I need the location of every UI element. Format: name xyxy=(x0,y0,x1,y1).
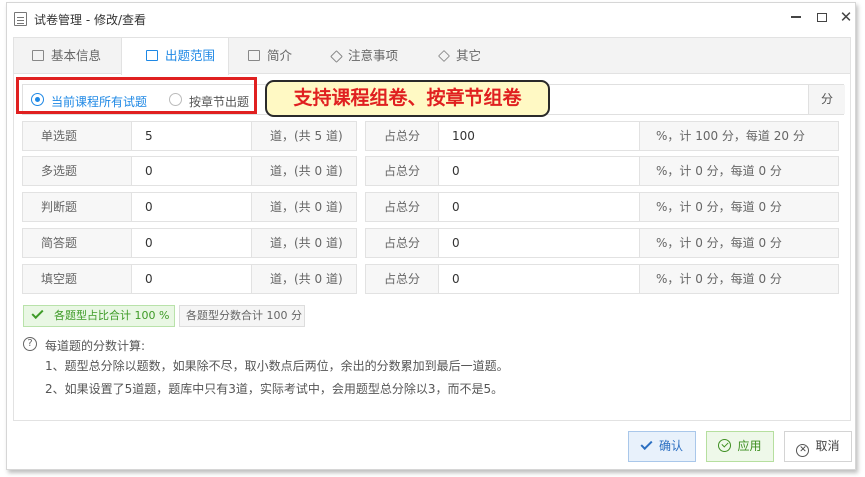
tab-basic-info[interactable]: 基本信息 xyxy=(32,38,101,74)
callout-annotation: 支持课程组卷、按章节组卷 xyxy=(265,80,550,117)
help-note: 2、如果设置了5道题，题库中只有3道，实际考试中，会用题型总分除以3，而不是5。 xyxy=(45,382,504,396)
close-circle-icon: ✕ xyxy=(796,444,810,457)
question-type-label: 判断题 xyxy=(22,192,132,222)
app-icon xyxy=(14,12,27,26)
tab-label: 简介 xyxy=(267,48,293,63)
question-row-judge: 判断题 0 道，(共 0 道) 占总分 0 %，计 0 分，每道 0 分 xyxy=(22,192,847,222)
question-row-short-answer: 简答题 0 道，(共 0 道) 占总分 0 %，计 0 分，每道 0 分 xyxy=(22,228,847,258)
score-label: 占总分 xyxy=(365,264,439,294)
ratio-total-text: 各题型占比合计 100 % xyxy=(54,309,170,322)
maximize-icon xyxy=(817,12,827,22)
score-label: 占总分 xyxy=(365,121,439,151)
minimize-icon xyxy=(791,16,801,18)
help-title: 每道题的分数计算: xyxy=(45,339,146,353)
score-label: 占总分 xyxy=(365,192,439,222)
score-percent-input[interactable]: 0 xyxy=(438,156,640,186)
score-summary: %，计 0 分，每道 0 分 xyxy=(639,192,839,222)
ratio-total-badge: 各题型占比合计 100 % xyxy=(23,305,175,327)
question-count-suffix: 道，(共 5 道) xyxy=(251,121,357,151)
question-row-fill-blank: 填空题 0 道，(共 0 道) 占总分 0 %，计 0 分，每道 0 分 xyxy=(22,264,847,294)
help-note: 1、题型总分除以题数，如果除不尽，取小数点后两位，余出的分数累加到最后一道题。 xyxy=(45,359,509,373)
question-count-suffix: 道，(共 0 道) xyxy=(251,264,357,294)
question-count-input[interactable]: 0 xyxy=(131,264,252,294)
question-count-input[interactable]: 5 xyxy=(131,121,252,151)
check-icon xyxy=(31,306,44,320)
question-count-suffix: 道，(共 0 道) xyxy=(251,228,357,258)
highlight-box xyxy=(16,77,257,114)
tag-icon xyxy=(330,50,343,63)
question-type-label: 简答题 xyxy=(22,228,132,258)
score-percent-input[interactable]: 100 xyxy=(438,121,640,151)
cancel-label: 取消 xyxy=(815,439,840,453)
tab-label: 注意事项 xyxy=(348,48,399,63)
unit-label: 分 xyxy=(808,85,845,114)
minimize-button[interactable] xyxy=(785,7,807,27)
tab-label: 出题范围 xyxy=(165,48,216,63)
score-summary: %，计 0 分，每道 0 分 xyxy=(639,228,839,258)
window-title: 试卷管理 - 修改/查看 xyxy=(34,13,147,27)
question-count-suffix: 道，(共 0 道) xyxy=(251,156,357,186)
tab-other[interactable]: 其它 xyxy=(437,38,482,74)
confirm-button[interactable]: 确认 xyxy=(628,431,696,462)
document-icon xyxy=(32,50,44,61)
question-row-multiple: 多选题 0 道，(共 0 道) 占总分 0 %，计 0 分，每道 0 分 xyxy=(22,156,847,186)
score-total-badge: 各题型分数合计 100 分 xyxy=(179,305,305,327)
tab-bar: 基本信息 出题范围 简介 注意事项 其它 xyxy=(14,38,850,75)
layers-icon xyxy=(437,49,451,63)
question-type-label: 多选题 xyxy=(22,156,132,186)
question-count-input[interactable]: 0 xyxy=(131,192,252,222)
tab-label: 其它 xyxy=(456,48,482,63)
close-icon: ✕ xyxy=(839,8,853,26)
score-percent-input[interactable]: 0 xyxy=(438,192,640,222)
edit-document-icon xyxy=(146,50,158,61)
tab-label: 基本信息 xyxy=(51,48,102,63)
apply-label: 应用 xyxy=(737,439,762,453)
question-count-suffix: 道，(共 0 道) xyxy=(251,192,357,222)
card-icon xyxy=(248,50,260,61)
check-icon xyxy=(640,437,653,451)
cancel-button[interactable]: ✕ 取消 xyxy=(784,431,852,462)
dialog-window: 试卷管理 - 修改/查看 ✕ 基本信息 出题范围 简介 注意事项 其它 当前课程… xyxy=(6,2,856,470)
confirm-label: 确认 xyxy=(658,439,683,453)
score-label: 占总分 xyxy=(365,156,439,186)
tab-notes[interactable]: 注意事项 xyxy=(330,38,399,74)
question-type-label: 单选题 xyxy=(22,121,132,151)
score-summary: %，计 0 分，每道 0 分 xyxy=(639,156,839,186)
maximize-button[interactable] xyxy=(811,7,833,27)
question-mark-icon: ? xyxy=(23,337,37,351)
tab-question-range[interactable]: 出题范围 xyxy=(121,38,229,75)
close-button[interactable]: ✕ xyxy=(835,7,857,27)
tab-intro[interactable]: 简介 xyxy=(248,38,292,74)
question-row-single: 单选题 5 道，(共 5 道) 占总分 100 %，计 100 分，每道 20 … xyxy=(22,121,847,151)
titlebar: 试卷管理 - 修改/查看 ✕ xyxy=(7,3,855,33)
question-count-input[interactable]: 0 xyxy=(131,228,252,258)
score-summary: %，计 0 分，每道 0 分 xyxy=(639,264,839,294)
score-percent-input[interactable]: 0 xyxy=(438,264,640,294)
question-count-input[interactable]: 0 xyxy=(131,156,252,186)
score-summary: %，计 100 分，每道 20 分 xyxy=(639,121,839,151)
check-circle-icon xyxy=(718,439,732,452)
question-type-label: 填空题 xyxy=(22,264,132,294)
apply-button[interactable]: 应用 xyxy=(706,431,774,462)
score-label: 占总分 xyxy=(365,228,439,258)
score-percent-input[interactable]: 0 xyxy=(438,228,640,258)
